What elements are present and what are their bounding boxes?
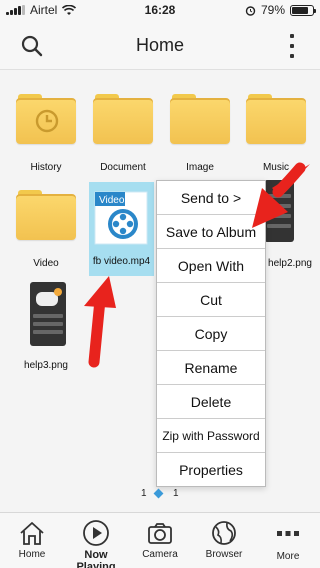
tab-label: Camera: [142, 549, 178, 560]
tab-label: Browser: [205, 549, 243, 560]
tab-bar: Home Now Playing Camera Browser More: [0, 512, 320, 568]
tab-label: Home: [18, 549, 46, 560]
tab-more[interactable]: More: [256, 513, 320, 568]
play-icon: [83, 520, 109, 546]
home-icon: [20, 522, 44, 545]
tab-label: More: [276, 551, 300, 562]
tab-browser[interactable]: Browser: [192, 513, 256, 568]
browser-icon: [212, 521, 236, 545]
pager-total: 1: [173, 488, 179, 499]
annotation-arrows: [84, 162, 310, 368]
tab-home[interactable]: Home: [0, 513, 64, 568]
tab-now-playing[interactable]: Now Playing: [64, 513, 128, 568]
pager-dot-icon[interactable]: [153, 488, 164, 499]
arrow-to-fb-video: [84, 276, 116, 368]
tab-label: Now Playing: [76, 549, 116, 568]
camera-icon: [148, 523, 172, 544]
pager: 1 1: [0, 488, 320, 500]
more-dots-icon: [277, 531, 299, 536]
tab-camera[interactable]: Camera: [128, 513, 192, 568]
pager-current: 1: [141, 488, 147, 499]
arrow-to-save-to-album: [252, 162, 310, 228]
